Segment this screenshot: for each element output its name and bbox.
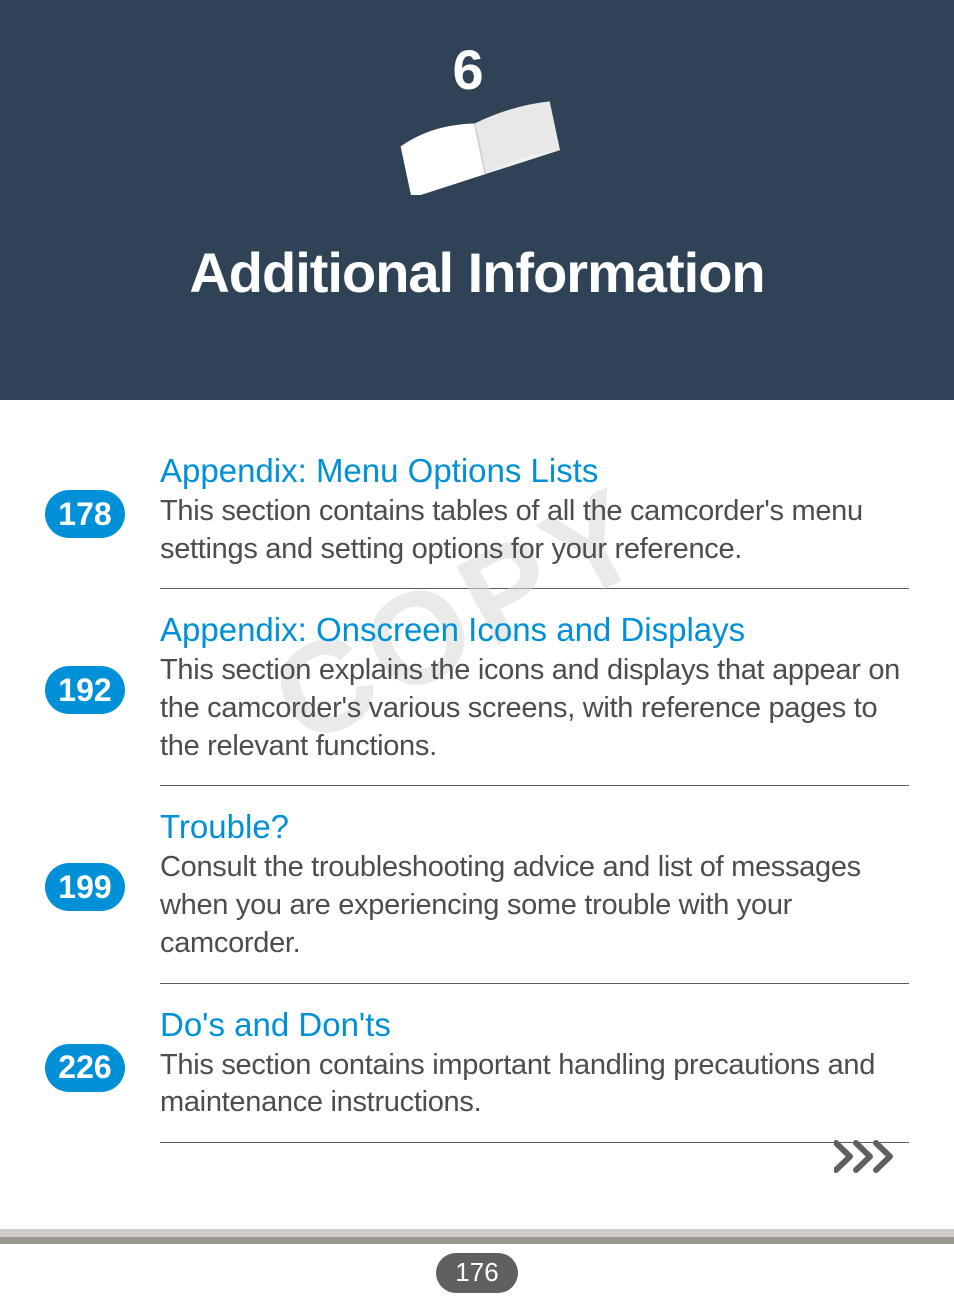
badge-column: 199 <box>45 808 160 911</box>
book-icon-container: 6 <box>395 75 560 200</box>
badge-column: 226 <box>45 1006 160 1092</box>
section-text: Trouble? Consult the troubleshooting adv… <box>160 808 914 962</box>
footer-divider <box>0 1229 954 1244</box>
chapter-header: 6 Additional Information <box>0 0 954 400</box>
section-title: Appendix: Menu Options Lists <box>160 452 914 490</box>
badge-column: 192 <box>45 611 160 714</box>
badge-column: 178 <box>45 452 160 538</box>
section-title: Do's and Don'ts <box>160 1006 914 1044</box>
chapter-number: 6 <box>453 37 484 102</box>
section-description: This section contains tables of all the … <box>160 493 914 568</box>
section-description: This section contains important handling… <box>160 1047 914 1122</box>
section-title: Trouble? <box>160 808 914 846</box>
page-badge-link[interactable]: 192 <box>45 666 125 714</box>
divider <box>160 1142 909 1143</box>
section-title: Appendix: Onscreen Icons and Displays <box>160 611 914 649</box>
page-footer: 176 <box>0 1229 954 1304</box>
section-item: 178 Appendix: Menu Options Lists This se… <box>45 430 914 588</box>
chapter-title: Additional Information <box>189 240 764 305</box>
section-text: Appendix: Onscreen Icons and Displays Th… <box>160 611 914 765</box>
section-text: Appendix: Menu Options Lists This sectio… <box>160 452 914 568</box>
page-badge-link[interactable]: 226 <box>45 1044 125 1092</box>
current-page-number: 176 <box>436 1253 518 1293</box>
section-text: Do's and Don'ts This section contains im… <box>160 1006 914 1122</box>
page-badge-link[interactable]: 178 <box>45 490 125 538</box>
content-area: COPY 178 Appendix: Menu Options Lists Th… <box>0 400 954 1143</box>
section-description: Consult the troubleshooting advice and l… <box>160 849 914 962</box>
page-badge-link[interactable]: 199 <box>45 863 125 911</box>
section-description: This section explains the icons and disp… <box>160 652 914 765</box>
next-arrows-icon[interactable] <box>834 1139 899 1179</box>
section-item: 192 Appendix: Onscreen Icons and Display… <box>45 589 914 785</box>
section-item: 226 Do's and Don'ts This section contain… <box>45 984 914 1142</box>
section-item: 199 Trouble? Consult the troubleshooting… <box>45 786 914 982</box>
